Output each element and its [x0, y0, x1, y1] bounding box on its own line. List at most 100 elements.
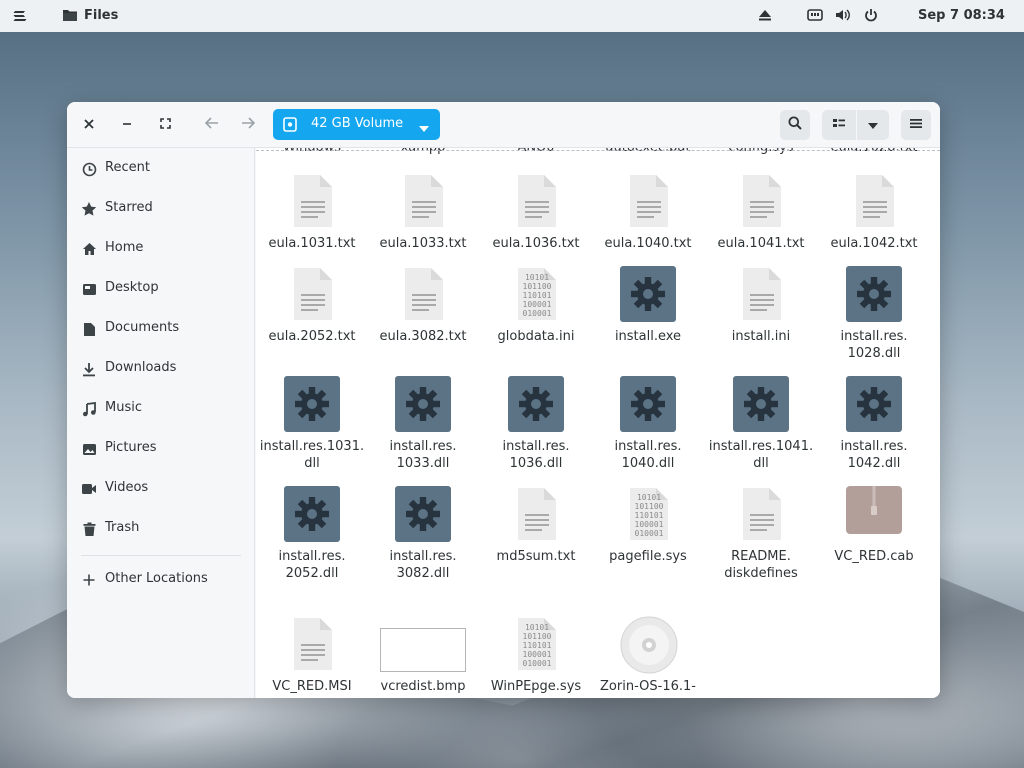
file-name: md5sum.txt — [496, 549, 576, 564]
sidebar-item-recent[interactable]: Recent — [67, 152, 255, 186]
file-item[interactable]: VC_RED.cab — [818, 486, 930, 566]
svg-text:100001: 100001 — [523, 650, 552, 659]
file-item[interactable]: install.res. 1042.dll — [818, 376, 930, 471]
file-item[interactable]: README. diskdefines — [705, 486, 817, 581]
file-item[interactable]: 10101 101100 110101 100001 010001 WinPEpg… — [480, 616, 592, 696]
network-icon[interactable] — [807, 8, 823, 22]
file-item[interactable]: install.res. 3082.dll — [367, 486, 479, 581]
zorin-menu-icon[interactable] — [12, 8, 28, 24]
app-menu[interactable]: Files — [62, 7, 118, 23]
file-name: install.ini — [731, 329, 791, 344]
file-item[interactable]: 10101 101100 110101 100001 010001 globdat… — [480, 266, 592, 346]
file-item[interactable]: eula.3082.txt — [367, 266, 479, 346]
sidebar-item-downloads[interactable]: Downloads — [67, 352, 255, 386]
file-name: eula.1042.txt — [830, 236, 918, 251]
svg-text:101100: 101100 — [635, 502, 664, 511]
file-item[interactable]: eula.1042.txt — [818, 173, 930, 253]
search-button[interactable] — [780, 110, 810, 140]
clock-icon — [81, 161, 97, 177]
archive-file-icon — [846, 486, 902, 542]
forward-button[interactable] — [233, 110, 263, 140]
svg-text:100001: 100001 — [523, 300, 552, 309]
sidebar-item-home[interactable]: Home — [67, 232, 255, 266]
file-item[interactable]: eula.1033.txt — [367, 173, 479, 253]
sidebar-item-pictures[interactable]: Pictures — [67, 432, 255, 466]
file-name: install.res. 2052.dll — [278, 549, 346, 581]
file-name: WinPEpge.sys — [490, 679, 582, 694]
sidebar-item-label: Recent — [105, 160, 150, 175]
sidebar-item-music[interactable]: Music — [67, 392, 255, 426]
sidebar-item-label: Starred — [105, 200, 153, 215]
path-label: 42 GB Volume — [311, 116, 404, 131]
svg-text:101100: 101100 — [523, 632, 552, 641]
chevron-down-icon — [868, 118, 878, 133]
drive-icon — [283, 117, 297, 136]
file-name: vcredist.bmp — [380, 679, 466, 694]
sidebar-item-label: Music — [105, 400, 142, 415]
list-view-button[interactable] — [822, 110, 856, 140]
file-name: install.res. 1036.dll — [502, 439, 570, 471]
list-view-icon — [832, 117, 846, 133]
file-item[interactable]: install.res. 2052.dll — [256, 486, 368, 581]
file-item[interactable]: eula.1031.txt — [256, 173, 368, 253]
file-item[interactable]: eula.1041.txt — [705, 173, 817, 253]
svg-text:010001: 010001 — [635, 529, 664, 538]
disc-image-icon — [620, 616, 678, 674]
file-name: install.res. 3082.dll — [389, 549, 457, 581]
file-name: eula.2052.txt — [268, 329, 356, 344]
back-button[interactable] — [197, 110, 227, 140]
maximize-button[interactable] — [150, 110, 180, 140]
file-item[interactable]: eula.2052.txt — [256, 266, 368, 346]
file-item[interactable]: install.res. 1028.dll — [818, 266, 930, 361]
minimize-button[interactable] — [112, 110, 142, 140]
file-item[interactable]: install.res. 1040.dll — [592, 376, 704, 471]
close-button[interactable] — [74, 110, 104, 140]
clock[interactable]: Sep 7 08:34 — [918, 8, 1005, 23]
sidebar-item-starred[interactable]: Starred — [67, 192, 255, 226]
text-file-icon — [733, 266, 789, 322]
file-name: VC_RED.cab — [834, 549, 914, 564]
sidebar-item-documents[interactable]: Documents — [67, 312, 255, 346]
file-item[interactable]: install.exe — [592, 266, 704, 346]
svg-text:101100: 101100 — [523, 282, 552, 291]
file-item[interactable]: install.res.1041. dll — [705, 376, 817, 471]
file-item[interactable]: vcredist.bmp — [367, 616, 479, 696]
power-icon[interactable] — [864, 8, 878, 22]
file-item[interactable]: Zorin-OS-16.1- — [592, 616, 704, 696]
file-item[interactable]: eula.1040.txt — [592, 173, 704, 253]
location-path-button[interactable]: 42 GB Volume — [273, 109, 440, 140]
file-item[interactable]: eula.1036.txt — [480, 173, 592, 253]
view-options-button[interactable] — [857, 110, 889, 140]
text-file-icon — [284, 173, 340, 229]
file-item[interactable]: 10101 101100 110101 100001 010001 pagefil… — [592, 486, 704, 566]
text-file-icon — [508, 486, 564, 542]
sidebar-item-trash[interactable]: Trash — [67, 512, 255, 546]
file-name: README. diskdefines — [724, 549, 798, 581]
volume-icon[interactable] — [835, 8, 851, 22]
file-name: Zorin-OS-16.1- — [600, 679, 696, 694]
file-icon-view[interactable]: WindowsxamppANO0autoexec.batconfig.syseu… — [256, 148, 940, 698]
svg-text:110101: 110101 — [523, 641, 552, 650]
sidebar-item-videos[interactable]: Videos — [67, 472, 255, 506]
file-item[interactable]: install.ini — [705, 266, 817, 346]
text-file-icon — [284, 616, 340, 672]
main-menu-button[interactable] — [901, 110, 931, 140]
executable-file-icon — [508, 376, 564, 432]
document-icon — [81, 321, 97, 337]
sidebar-item-label: Other Locations — [105, 571, 208, 586]
file-item[interactable]: md5sum.txt — [480, 486, 592, 566]
sidebar-item-label: Downloads — [105, 360, 177, 375]
sidebar-item-other-locations[interactable]: Other Locations — [67, 563, 255, 597]
file-item[interactable]: install.res.1031. dll — [256, 376, 368, 471]
file-name: eula.1041.txt — [717, 236, 805, 251]
file-name: install.res. 1040.dll — [614, 439, 682, 471]
eject-icon[interactable] — [758, 8, 772, 22]
file-item[interactable]: install.res. 1033.dll — [367, 376, 479, 471]
star-icon — [81, 201, 97, 217]
executable-file-icon — [284, 486, 340, 542]
file-item[interactable]: VC_RED.MSI — [256, 616, 368, 696]
file-item[interactable]: install.res. 1036.dll — [480, 376, 592, 471]
text-file-icon — [395, 266, 451, 322]
places-sidebar: Recent Starred Home Desktop Documents Do… — [67, 148, 255, 698]
sidebar-item-desktop[interactable]: Desktop — [67, 272, 255, 306]
